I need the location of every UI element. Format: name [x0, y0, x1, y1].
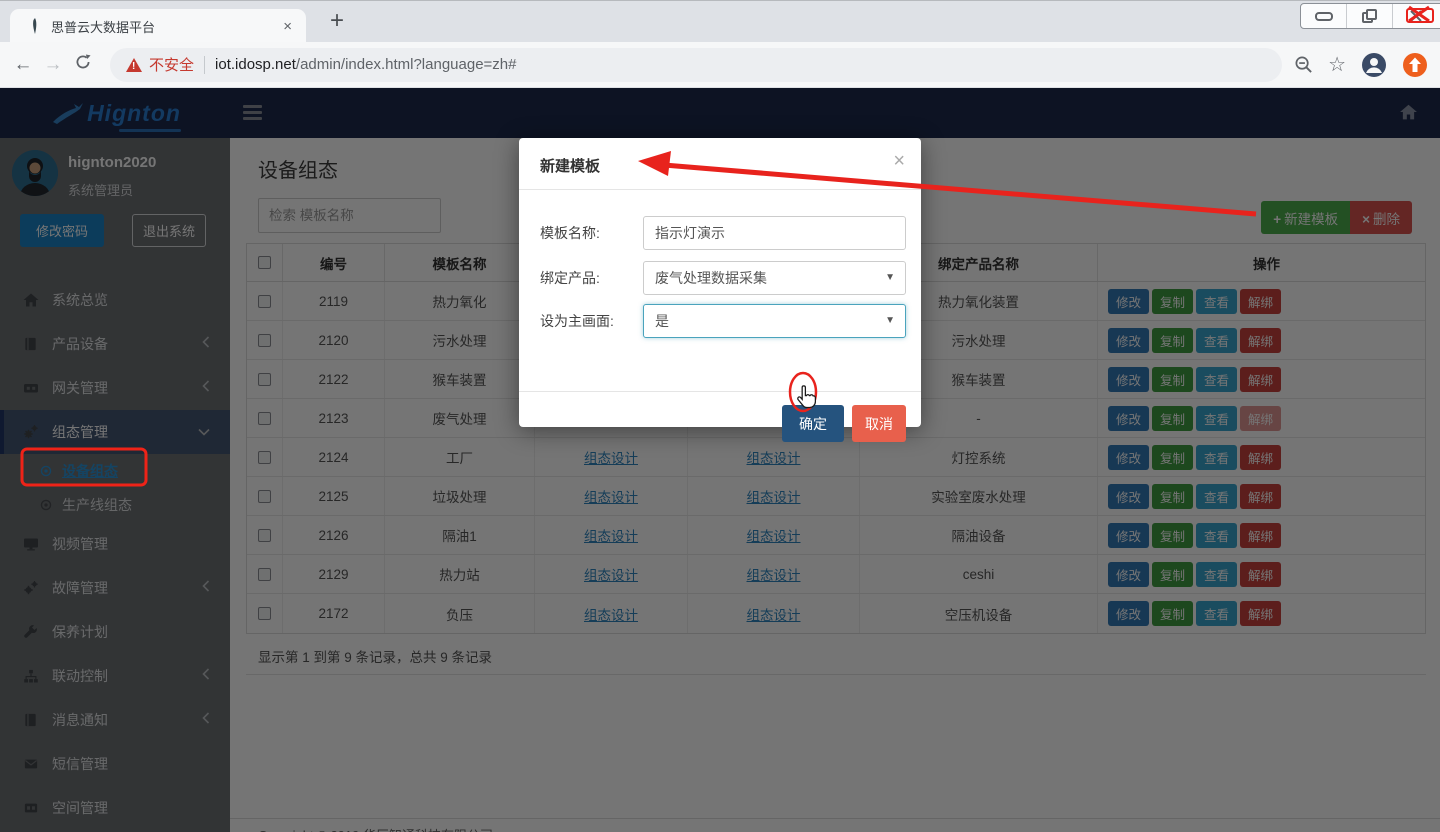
tab-title: 思普云大数据平台 — [51, 17, 279, 36]
zoom-out-icon[interactable] — [1294, 55, 1313, 74]
back-button[interactable]: ← — [8, 54, 38, 76]
reload-button[interactable] — [68, 53, 98, 77]
ok-button[interactable]: 确定 — [782, 405, 844, 442]
template-name-input[interactable] — [643, 216, 906, 250]
template-name-label: 模板名称: — [540, 216, 600, 250]
bind-product-select[interactable]: 废气处理数据采集 ▼ — [643, 261, 906, 295]
tab-close-icon[interactable]: × — [279, 18, 296, 35]
close-window-button[interactable] — [1393, 4, 1439, 28]
browser-toolbar: ← → ! 不安全 iot.idosp.net/admin/index.html… — [0, 42, 1440, 88]
new-template-modal: 新建模板 × 模板名称: 绑定产品: 废气处理数据采集 ▼ 设为主画面: 是 ▼ — [519, 138, 921, 427]
close-window-icon — [1409, 9, 1423, 23]
browser-tab[interactable]: 思普云大数据平台 × — [10, 9, 306, 43]
modal-body: 模板名称: 绑定产品: 废气处理数据采集 ▼ 设为主画面: 是 ▼ — [519, 216, 921, 391]
restore-button[interactable] — [1347, 4, 1393, 28]
extension-icon[interactable] — [1402, 52, 1428, 78]
new-tab-button[interactable]: + — [322, 5, 352, 37]
bind-product-label: 绑定产品: — [540, 261, 600, 295]
cancel-button[interactable]: 取消 — [852, 405, 906, 442]
dropdown-arrow-icon: ▼ — [885, 262, 895, 294]
window-controls — [1300, 3, 1440, 29]
url-path: /admin/index.html?language=zh# — [296, 56, 517, 73]
modal-title: 新建模板 — [540, 155, 600, 176]
main-screen-label: 设为主画面: — [540, 304, 614, 338]
warning-triangle-icon: ! — [126, 58, 142, 72]
minimize-button[interactable] — [1301, 4, 1347, 28]
modal-header: 新建模板 × — [519, 138, 921, 190]
address-bar[interactable]: ! 不安全 iot.idosp.net/admin/index.html?lan… — [110, 48, 1282, 82]
url-divider — [204, 56, 205, 74]
favicon-icon — [28, 18, 42, 34]
bookmark-star-icon[interactable]: ☆ — [1328, 55, 1346, 75]
main-screen-select[interactable]: 是 ▼ — [643, 304, 906, 338]
profile-avatar-icon[interactable] — [1361, 52, 1387, 78]
browser-tab-strip: 思普云大数据平台 × + — [0, 0, 1440, 42]
reload-icon — [74, 53, 92, 71]
dropdown-arrow-icon: ▼ — [885, 305, 895, 337]
url-host: iot.idosp.net — [215, 56, 296, 73]
modal-footer: 确定 取消 — [519, 391, 921, 453]
forward-button[interactable]: → — [38, 54, 68, 76]
not-secure-label: 不安全 — [149, 54, 194, 75]
minimize-icon — [1315, 12, 1333, 21]
restore-icon — [1362, 9, 1378, 23]
screen: 思普云大数据平台 × + ← → ! 不安全 iot.idosp.net/adm… — [0, 0, 1440, 832]
modal-close-icon[interactable]: × — [893, 151, 905, 171]
